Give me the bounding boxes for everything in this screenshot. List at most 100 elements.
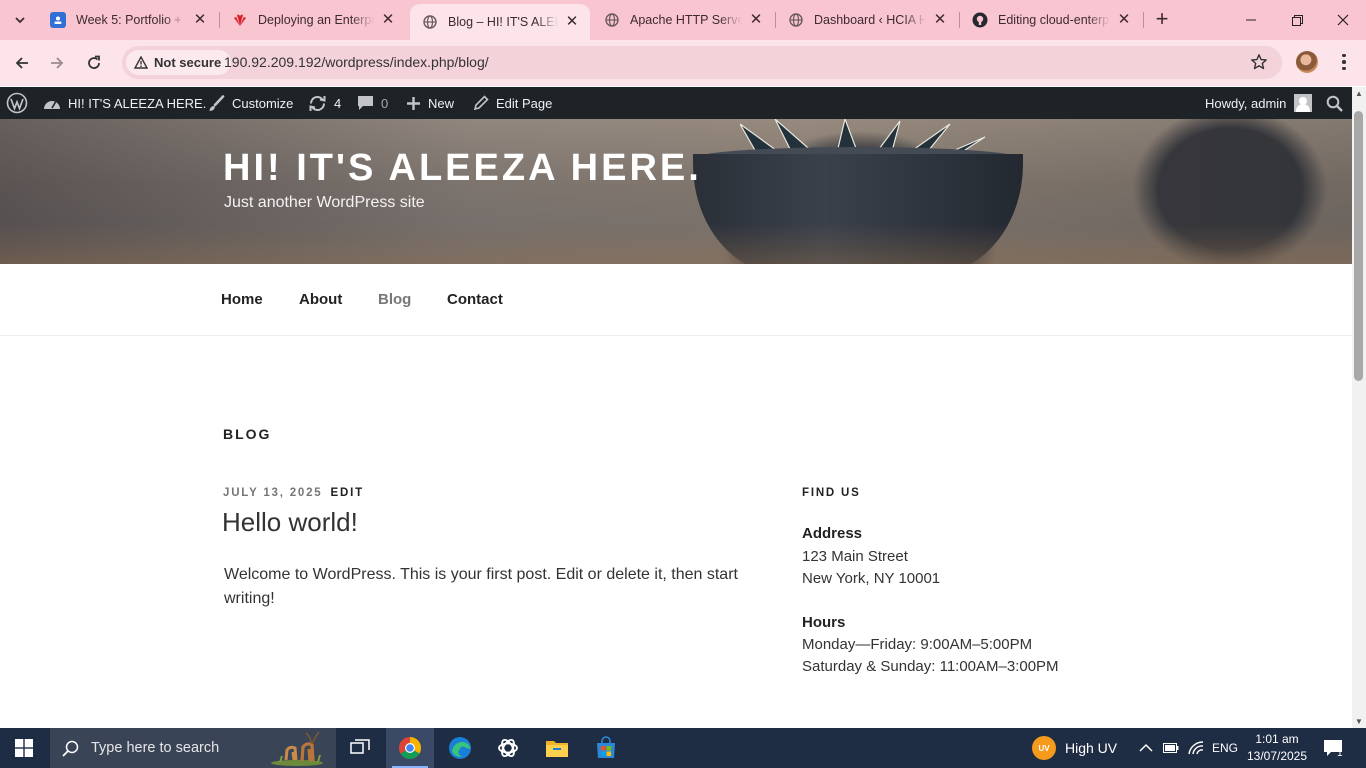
wp-admin-bar: HI! IT'S ALEEZA HERE. Customize 4 0 New … (0, 87, 1352, 119)
site-name-label: HI! IT'S ALEEZA HERE. (68, 95, 207, 111)
search-icon (1326, 95, 1343, 112)
hours-line: Saturday & Sunday: 11:00AM–3:00PM (802, 658, 1059, 675)
scroll-down-icon[interactable]: ▼ (1355, 717, 1363, 726)
close-icon (1337, 14, 1349, 26)
scroll-thumb[interactable] (1354, 111, 1363, 381)
new-tab-button[interactable]: + (1150, 8, 1174, 32)
chatgpt-icon (498, 738, 518, 758)
admin-search-button[interactable] (1326, 87, 1350, 119)
chevron-down-icon (15, 17, 25, 24)
close-icon[interactable]: ✕ (192, 12, 208, 28)
start-button[interactable] (0, 728, 48, 768)
brush-icon (209, 94, 225, 111)
language-indicator[interactable]: ENG (1212, 728, 1238, 768)
taskbar-edge[interactable] (436, 728, 484, 768)
address-bar[interactable]: Not secure 190.92.209.192/wordpress/inde… (122, 46, 1282, 79)
comments-link[interactable]: 0 (357, 87, 388, 119)
warning-icon (134, 56, 148, 69)
task-view-button[interactable] (336, 728, 384, 768)
avatar (1294, 94, 1313, 112)
page-scrollbar[interactable]: ▲ ▼ (1352, 87, 1366, 728)
show-hidden-icons-button[interactable] (1139, 728, 1153, 768)
close-icon[interactable]: ✕ (564, 14, 580, 30)
post-title[interactable]: Hello world! (222, 507, 358, 538)
security-indicator[interactable]: Not secure (126, 50, 232, 75)
battery-indicator[interactable] (1163, 728, 1179, 768)
close-window-button[interactable] (1320, 0, 1366, 40)
clock-date: 13/07/2025 (1246, 749, 1308, 763)
tab-blog[interactable]: Blog – HI! IT'S ALEEZA ✕ (410, 4, 590, 40)
tab-dashboard[interactable]: Dashboard ‹ HCIA HE ✕ (776, 4, 958, 36)
battery-icon (1163, 743, 1179, 753)
post-meta: JULY 13, 2025 EDIT (223, 487, 364, 499)
store-icon (597, 736, 615, 758)
weather-widget[interactable]: UV High UV (1032, 728, 1117, 768)
close-icon[interactable]: ✕ (932, 12, 948, 28)
taskbar-search[interactable]: Type here to search (50, 728, 336, 768)
post-excerpt: Welcome to WordPress. This is your first… (224, 566, 738, 607)
url-text[interactable]: 190.92.209.192/wordpress/index.php/blog/ (224, 54, 489, 70)
search-icon (62, 740, 79, 757)
minimize-button[interactable] (1228, 0, 1274, 40)
globe-icon (422, 14, 438, 30)
plus-icon (407, 96, 420, 110)
reload-icon (88, 55, 100, 69)
classroom-icon (50, 12, 66, 28)
plant-pot (693, 154, 1023, 264)
folder-icon (546, 741, 568, 757)
tab-strip: Week 5: Portfolio + M ✕ Deploying an Ent… (0, 0, 1366, 40)
taskbar-chrome[interactable] (386, 728, 434, 768)
tab-deploying[interactable]: Deploying an Enterpr ✕ (220, 4, 406, 36)
tab-apache[interactable]: Apache HTTP Server ✕ (592, 4, 774, 36)
taskbar-store[interactable] (582, 728, 630, 768)
taskbar-clock[interactable]: 1:01 am 13/07/2025 (1244, 731, 1310, 765)
wifi-indicator[interactable] (1187, 728, 1205, 768)
close-icon[interactable]: ✕ (748, 12, 764, 28)
updates-link[interactable]: 4 (308, 87, 341, 119)
profile-avatar[interactable] (1296, 51, 1318, 73)
site-title[interactable]: HI! IT'S ALEEZA HERE. (223, 147, 702, 190)
menu-item-home[interactable]: Home (221, 291, 263, 308)
updates-icon (309, 95, 326, 111)
language-label: ENG (1212, 741, 1239, 755)
restore-button[interactable] (1274, 0, 1320, 40)
wp-logo-button[interactable] (6, 87, 35, 119)
menu-item-contact[interactable]: Contact (447, 291, 503, 308)
hours-line: Monday—Friday: 9:00AM–5:00PM (802, 636, 1033, 653)
menu-item-blog[interactable]: Blog (378, 291, 411, 308)
tab-github[interactable]: Editing cloud-enterpr ✕ (960, 4, 1142, 36)
tab-week5[interactable]: Week 5: Portfolio + M ✕ (38, 4, 218, 36)
arrow-left-icon (15, 57, 28, 69)
new-content-link[interactable]: New (406, 87, 454, 119)
hours-heading: Hours (802, 614, 846, 631)
reload-button[interactable] (79, 48, 109, 78)
scroll-up-icon[interactable]: ▲ (1355, 89, 1363, 98)
address-line: New York, NY 10001 (802, 570, 941, 587)
menu-kebab-icon[interactable] (1334, 50, 1354, 74)
back-button[interactable] (7, 48, 37, 78)
comment-icon (358, 96, 373, 110)
post-edit-link[interactable]: EDIT (331, 487, 364, 499)
taskbar-chatgpt[interactable] (484, 728, 532, 768)
tab-search-button[interactable] (6, 7, 34, 33)
post-date[interactable]: JULY 13, 2025 (223, 487, 323, 499)
notification-count: 1 (1337, 748, 1343, 759)
close-icon[interactable]: ✕ (380, 12, 396, 28)
menu-item-about[interactable]: About (299, 291, 342, 308)
edit-page-link[interactable]: Edit Page (473, 87, 552, 119)
security-label: Not secure (154, 55, 222, 70)
star-icon[interactable] (1250, 53, 1268, 71)
pencil-icon (473, 95, 489, 111)
site-name-link[interactable]: HI! IT'S ALEEZA HERE. (43, 87, 206, 119)
my-account-link[interactable]: Howdy, admin (1205, 87, 1313, 119)
edit-page-label: Edit Page (496, 95, 553, 111)
globe-icon (788, 12, 804, 28)
windows-logo-icon (15, 739, 33, 757)
close-icon[interactable]: ✕ (1116, 12, 1132, 28)
minimize-icon (1246, 19, 1256, 21)
taskbar-file-explorer[interactable] (533, 728, 581, 768)
notification-center-button[interactable]: 1 (1323, 728, 1343, 768)
forward-button[interactable] (42, 48, 72, 78)
customize-link[interactable]: Customize (208, 87, 293, 119)
restore-icon (1291, 14, 1303, 26)
